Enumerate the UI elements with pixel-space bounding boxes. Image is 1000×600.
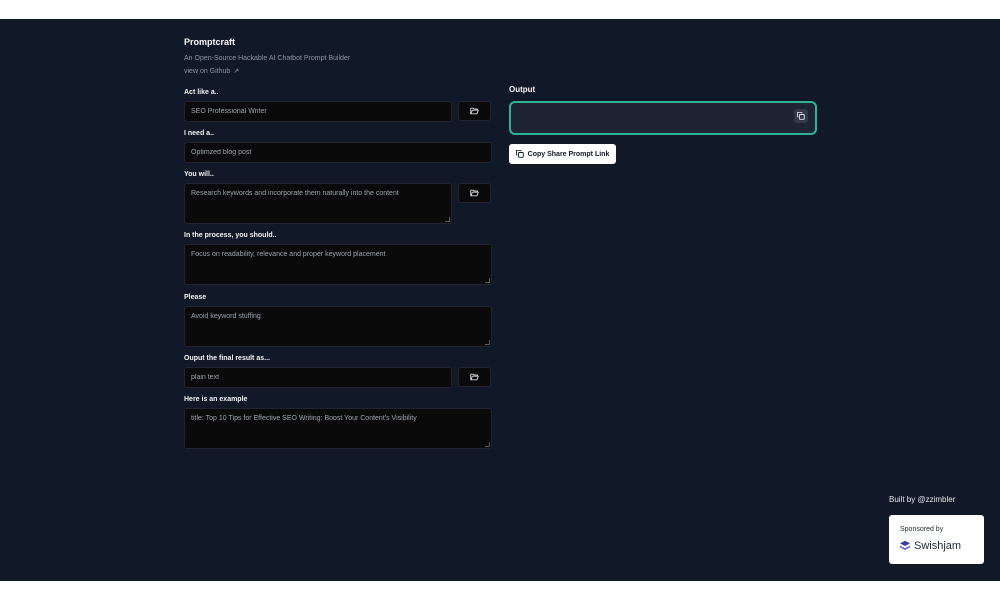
sponsor-name: Swishjam	[914, 540, 962, 552]
github-link-label: view on Github	[184, 68, 231, 75]
you-will-library-button[interactable]	[458, 183, 491, 203]
copy-icon	[797, 112, 805, 120]
act-like-input[interactable]	[184, 101, 452, 122]
share-button-label: Copy Share Prompt Link	[527, 150, 610, 158]
resize-handle[interactable]	[485, 340, 490, 345]
copy-output-button[interactable]	[794, 109, 808, 123]
output-format-label: Ouput the final result as...	[184, 355, 270, 362]
folder-open-icon	[470, 189, 479, 197]
output-format-input[interactable]	[184, 367, 452, 388]
process-text: Focus on readability, relevance and prop…	[191, 251, 386, 258]
resize-handle[interactable]	[485, 442, 490, 447]
process-label: In the process, you should..	[184, 232, 277, 239]
act-like-library-button[interactable]	[458, 101, 491, 121]
folder-open-icon	[470, 373, 479, 381]
arrow-up-right-icon: ↗	[233, 68, 240, 75]
you-will-text: Research keywords and incorporate them n…	[191, 190, 399, 197]
output-box[interactable]	[509, 101, 817, 135]
folder-open-icon	[470, 107, 479, 115]
copy-share-link-button[interactable]: Copy Share Prompt Link	[509, 144, 616, 164]
app-container: Promptcraft An Open-Source Hackable AI C…	[0, 19, 1000, 581]
header: Promptcraft An Open-Source Hackable AI C…	[184, 37, 350, 75]
resize-handle[interactable]	[485, 278, 490, 283]
process-textarea[interactable]: Focus on readability, relevance and prop…	[184, 244, 492, 285]
example-label: Here is an example	[184, 396, 248, 403]
please-label: Please	[184, 294, 207, 301]
example-textarea[interactable]: title: Top 10 Tips for Effective SEO Wri…	[184, 408, 492, 449]
app-subtitle: An Open-Source Hackable AI Chatbot Promp…	[184, 55, 351, 62]
need-label: I need a..	[184, 130, 214, 137]
example-text: title: Top 10 Tips for Effective SEO Wri…	[191, 415, 417, 422]
resize-handle[interactable]	[445, 217, 450, 222]
you-will-label: You will..	[184, 171, 214, 178]
swishjam-logo-icon	[900, 540, 910, 550]
github-link[interactable]: view on Github ↗	[184, 67, 304, 75]
act-like-label: Act like a..	[184, 89, 219, 96]
please-textarea[interactable]: Avoid keyword stuffing	[184, 306, 492, 347]
sponsor-card[interactable]: Sponsored by Swishjam	[889, 515, 984, 564]
built-by-link[interactable]: Built by @zzimbler	[889, 495, 955, 504]
output-label: Output	[509, 85, 536, 94]
need-input[interactable]	[184, 142, 492, 163]
copy-icon	[515, 150, 524, 158]
sponsor-logo: Swishjam	[899, 540, 961, 552]
sponsored-by-label: Sponsored by	[900, 526, 944, 533]
please-text: Avoid keyword stuffing	[191, 313, 261, 320]
output-format-library-button[interactable]	[458, 367, 491, 387]
you-will-textarea[interactable]: Research keywords and incorporate them n…	[184, 183, 452, 224]
app-title: Promptcraft	[184, 37, 236, 47]
